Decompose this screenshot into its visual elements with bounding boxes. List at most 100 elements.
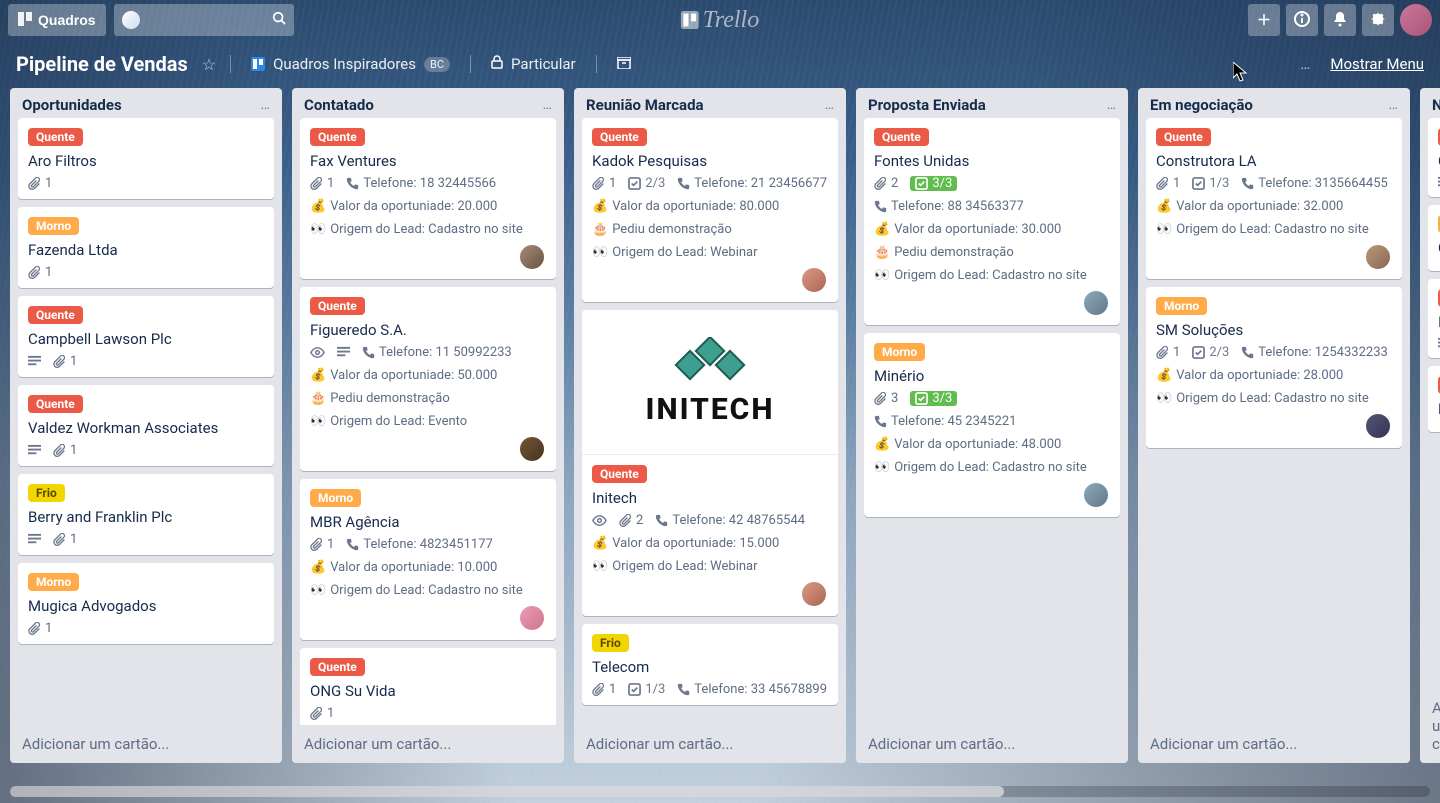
card[interactable]: Quente Fontes Unidas 23/3Telefone: 88 34… (864, 118, 1120, 325)
card-label: Quente (28, 395, 83, 413)
card[interactable]: Quente Figueredo S.A. Telefone: 11 50992… (300, 287, 556, 471)
card[interactable]: Morno Mugica Advogados 1 (18, 563, 274, 644)
card[interactable]: Quente Kadok Pesquisas 12/3Telefone: 21 … (582, 118, 838, 302)
create-button[interactable]: ＋ (1248, 4, 1280, 36)
card-badges: 33/3Telefone: 45 2345221💰Valor da oportu… (874, 391, 1110, 475)
card-badges: 2Telefone: 42 48765544💰Valor da oportuni… (592, 513, 828, 574)
notifications-button[interactable] (1324, 4, 1356, 36)
card-badges: Telefone: 11 50992233💰Valor da oportunia… (310, 345, 546, 429)
list-title[interactable]: Ne (1432, 96, 1440, 114)
add-card-button[interactable]: Adicionar um cartão... (856, 725, 1128, 763)
card[interactable]: Morno Minério 33/3Telefone: 45 2345221💰V… (864, 333, 1120, 517)
star-button[interactable]: ☆ (202, 55, 216, 74)
phone-badge: Telefone: 33 45678899 (677, 682, 827, 697)
checklist-badge: 2/3 (628, 176, 665, 191)
archive-chip[interactable] (611, 51, 637, 77)
card[interactable]: Quente Fax Ventures 1Telefone: 18 324455… (300, 118, 556, 279)
list-title[interactable]: Contatado (304, 96, 374, 114)
user-avatar[interactable] (1400, 4, 1432, 36)
card[interactable]: Quente Valdez Workman Associates 1 (18, 385, 274, 466)
member-avatar[interactable] (1364, 243, 1392, 271)
search-input[interactable] (114, 4, 294, 36)
description-badge (28, 354, 41, 369)
card[interactable]: Morno SM Soluções 12/3Telefone: 12543322… (1146, 287, 1402, 448)
card-title: Aro Filtros (28, 152, 264, 170)
list-title[interactable]: Oportunidades (22, 96, 122, 114)
origin-badge: 👀Origem do Lead: Cadastro no site (1156, 222, 1369, 237)
member-avatar[interactable] (518, 435, 546, 463)
card[interactable]: Frio Telecom 11/3Telefone: 33 45678899 (582, 624, 838, 705)
horizontal-scrollbar-thumb[interactable] (10, 786, 1004, 797)
checklist-badge: 2/3 (1192, 345, 1229, 360)
list-menu-button[interactable]: … (825, 97, 836, 113)
attachments-badge: 1 (592, 682, 616, 697)
list-menu-button[interactable]: … (1107, 97, 1118, 113)
list-title[interactable]: Reunião Marcada (586, 96, 704, 114)
bell-icon (1332, 11, 1348, 30)
card[interactable]: Morno MBR Agência 1Telefone: 4823451177💰… (300, 479, 556, 640)
add-card-button[interactable]: Adicionar um cartão... (574, 725, 846, 763)
card[interactable]: Frio Berry and Franklin Plc 1 (18, 474, 274, 555)
boards-button[interactable]: Quadros (8, 4, 106, 36)
member-avatar[interactable] (800, 580, 828, 608)
board-canvas[interactable]: Oportunidades … Quente Aro Filtros 1 Mor… (0, 88, 1440, 803)
card-title: Telecom (592, 658, 828, 676)
attachments-badge: 1 (28, 265, 52, 280)
list-title[interactable]: Em negociação (1150, 96, 1253, 114)
add-card-button[interactable]: Adicionar um cartão... (10, 725, 282, 763)
list: Contatado … Quente Fax Ventures 1Telefon… (292, 88, 564, 763)
add-card-button[interactable]: Adicionar um cartão... (1420, 689, 1440, 763)
member-avatar[interactable] (1364, 412, 1392, 440)
card-title: Valdez Workman Associates (28, 419, 264, 437)
add-card-button[interactable]: Adicionar um cartão... (1138, 725, 1410, 763)
card[interactable]: Quente ONG Su Vida 1 (300, 648, 556, 725)
card[interactable]: Quente Ca (1428, 118, 1440, 197)
card-label: Quente (28, 128, 83, 146)
list-cards: Quente Construtora LA 11/3Telefone: 3135… (1138, 118, 1410, 725)
member-avatar[interactable] (518, 604, 546, 632)
card[interactable]: Quente Int (1428, 279, 1440, 358)
card-badges: 1 (28, 176, 264, 191)
list: Ne … Quente Ca Morno Co Quente Int Quent… (1420, 88, 1440, 763)
list-menu-button[interactable]: … (543, 97, 554, 113)
card[interactable]: Quente Campbell Lawson Plc 1 (18, 296, 274, 377)
card-badges: 12/3Telefone: 1254332233💰Valor da oportu… (1156, 345, 1392, 406)
member-avatar[interactable] (1082, 289, 1110, 317)
attachments-badge: 1 (53, 354, 77, 369)
card[interactable]: Quente Lo (1428, 366, 1440, 432)
card[interactable]: Morno Co (1428, 205, 1440, 271)
list: Oportunidades … Quente Aro Filtros 1 Mor… (10, 88, 282, 763)
list-cards: Quente Fax Ventures 1Telefone: 18 324455… (292, 118, 564, 725)
list-menu-button[interactable]: … (1389, 97, 1400, 113)
horizontal-scrollbar[interactable] (10, 786, 1430, 797)
info-button[interactable] (1286, 4, 1318, 36)
card-label: Morno (28, 573, 79, 591)
attachments-badge: 2 (619, 513, 643, 528)
privacy-chip[interactable]: Particular (485, 51, 582, 77)
list-header: Em negociação … (1138, 88, 1410, 118)
card-badges: 1 (28, 443, 264, 458)
add-card-button[interactable]: Adicionar um cartão... (292, 725, 564, 763)
member-avatar[interactable] (800, 266, 828, 294)
settings-button[interactable] (1362, 4, 1394, 36)
attachments-badge: 1 (310, 537, 334, 552)
app-logo[interactable]: Trello (681, 7, 759, 34)
card[interactable]: Quente Aro Filtros 1 (18, 118, 274, 199)
card-title: Minério (874, 367, 1110, 385)
origin-badge: 👀Origem do Lead: Cadastro no site (310, 583, 523, 598)
card[interactable]: Quente Construtora LA 11/3Telefone: 3135… (1146, 118, 1402, 279)
list-title[interactable]: Proposta Enviada (868, 96, 986, 114)
member-avatar[interactable] (1082, 481, 1110, 509)
list-menu-button[interactable]: … (261, 97, 272, 113)
list-header: Ne … (1420, 88, 1440, 118)
gear-icon (1370, 11, 1386, 30)
team-chip[interactable]: Quadros Inspiradores BC (245, 51, 456, 77)
member-avatar[interactable] (518, 243, 546, 271)
attachments-badge: 1 (53, 532, 77, 547)
show-menu-button[interactable]: Mostrar Menu (1330, 55, 1424, 73)
demo-badge: 🎂Pediu demonstração (592, 222, 732, 237)
boards-button-label: Quadros (38, 12, 96, 28)
attachments-badge: 1 (1156, 345, 1180, 360)
card[interactable]: INITECH Quente Initech 2Telefone: 42 487… (582, 310, 838, 616)
card[interactable]: Morno Fazenda Ltda 1 (18, 207, 274, 288)
